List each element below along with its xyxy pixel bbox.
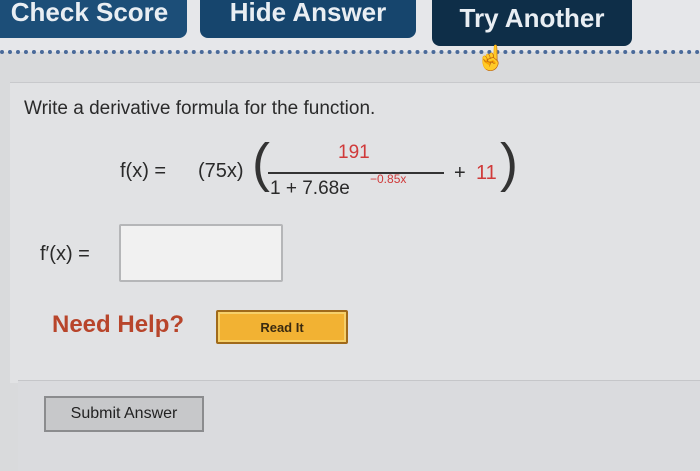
toolbar: Check Score Hide Answer Try Another [0, 0, 700, 52]
left-paren: ( [252, 133, 270, 193]
hide-answer-button[interactable]: Hide Answer [200, 0, 416, 38]
hand-cursor-icon: ☝ [476, 45, 506, 72]
try-another-button[interactable]: Try Another [432, 0, 632, 46]
exponent: −0.85x [370, 172, 407, 186]
question-prompt: Write a derivative formula for the funct… [24, 98, 376, 119]
toolbar-divider [0, 50, 700, 54]
fraction-denominator: 1 + 7.68e [270, 178, 350, 199]
right-paren: ) [500, 133, 518, 193]
answer-label: f′(x) = [40, 243, 90, 265]
need-help-label: Need Help? [52, 311, 185, 338]
read-it-button[interactable]: Read It [216, 310, 348, 344]
plus-sign: + [454, 162, 466, 184]
fraction-numerator: 191 [338, 142, 370, 163]
constant-term: 11 [476, 162, 497, 184]
check-score-button[interactable]: Check Score [0, 0, 187, 38]
equation-lhs: f(x) = [120, 160, 167, 182]
equation-coefficient: (75x) [198, 160, 244, 182]
submit-answer-button[interactable]: Submit Answer [44, 396, 204, 432]
answer-input[interactable] [119, 224, 283, 282]
fraction-bar [268, 172, 444, 174]
